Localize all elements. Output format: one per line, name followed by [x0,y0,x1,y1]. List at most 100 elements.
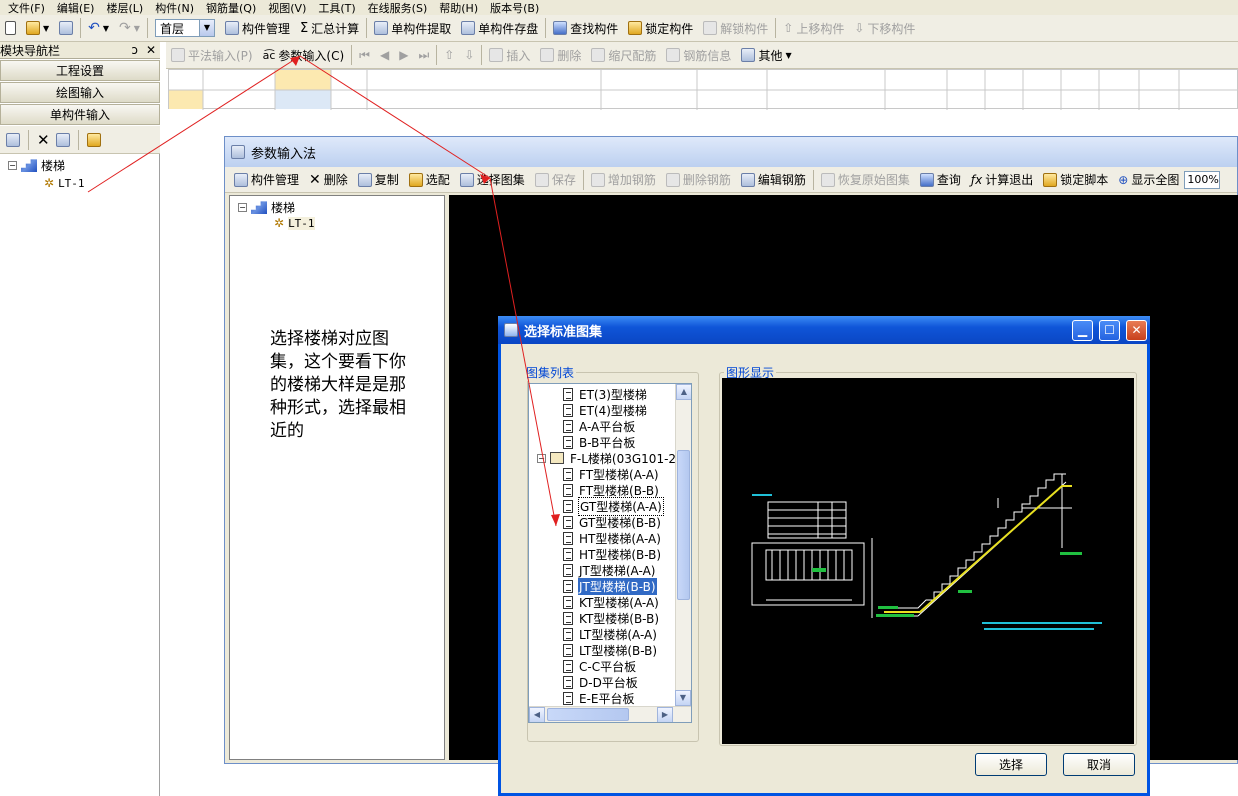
collapse-icon[interactable]: − [537,453,546,463]
nav-single-component-button[interactable]: 单构件输入 [0,104,160,125]
atlas-list-item[interactable]: A-A平台板 [537,418,691,434]
nav-tree-root[interactable]: − 楼梯 [8,157,159,173]
next-record-button[interactable]: ▶ [394,44,413,66]
menu-floor[interactable]: 楼层(L) [106,0,143,16]
pw-save-button[interactable]: 保存 [530,169,581,191]
scroll-up-icon[interactable]: ▲ [676,384,691,400]
scale-rebar-button[interactable]: 缩尺配筋 [586,44,661,66]
menu-tools[interactable]: 工具(T) [318,0,355,16]
save-file-button[interactable] [54,17,78,39]
atlas-list-item[interactable]: LT型楼梯(B-B) [537,642,691,658]
atlas-list-item[interactable]: − F-L楼梯(03G101-2) [537,450,691,466]
menu-view[interactable]: 视图(V) [268,0,306,16]
menu-version[interactable]: 版本号(B) [490,0,539,16]
floor-select[interactable]: 首层 ▼ [154,19,215,37]
unlock-component-button[interactable]: 解锁构件 [698,17,773,39]
pw-query-button[interactable]: 查询 [915,169,966,191]
atlas-list-item[interactable]: JT型楼梯(A-A) [537,562,691,578]
close-icon[interactable]: ✕ [146,43,156,57]
scroll-thumb[interactable] [677,450,690,600]
atlas-list-item[interactable]: GT型楼梯(A-A) [537,496,691,516]
pw-edit-rebar-button[interactable]: 编辑钢筋 [736,169,811,191]
atlas-list-item[interactable]: GT型楼梯(B-B) [537,514,691,530]
param-tree-child[interactable]: ✲ LT-1 [274,215,436,231]
scroll-down-icon[interactable]: ▼ [675,690,691,706]
atlas-list-item[interactable]: KT型楼梯(A-A) [537,594,691,610]
rebar-grid[interactable] [168,69,1238,110]
sum-calc-button[interactable]: Σ 汇总计算 [295,17,364,39]
prev-record-button[interactable]: ◀ [375,44,394,66]
zoom-level-field[interactable]: 100% [1184,170,1221,189]
menu-edit[interactable]: 编辑(E) [57,0,95,16]
param-input-button[interactable]: a͡c 参数输入(C) [258,44,350,66]
select-button[interactable]: 选择 [975,753,1047,776]
atlas-list-item[interactable]: FT型楼梯(A-A) [537,466,691,482]
menu-online-service[interactable]: 在线服务(S) [368,0,428,16]
first-record-button[interactable]: ⏮ [354,44,375,66]
hscroll-thumb[interactable] [547,708,629,721]
menu-component[interactable]: 构件(N) [155,0,194,16]
pw-delete-button[interactable]: ✕ 删除 [304,169,353,191]
atlas-list-item[interactable]: B-B平台板 [537,434,691,450]
dialog-titlebar[interactable]: 选择标准图集 ▁ ☐ ✕ [498,316,1150,344]
atlas-list-item[interactable]: KT型楼梯(B-B) [537,610,691,626]
pw-restore-atlas-button[interactable]: 恢复原始图集 [816,169,915,191]
find-component-button[interactable]: 查找构件 [548,17,623,39]
copy-icon[interactable] [55,132,70,147]
pw-select-match-button[interactable]: 选配 [404,169,455,191]
nav-drawing-input-button[interactable]: 绘图输入 [0,82,160,103]
close-icon[interactable]: ✕ [1126,319,1147,341]
atlas-hscrollbar[interactable]: ◀ ▶ [529,706,691,722]
scroll-right-icon[interactable]: ▶ [657,707,673,722]
atlas-list-item[interactable]: C-C平台板 [537,658,691,674]
paste-icon[interactable] [86,132,101,147]
insert-button[interactable]: 插入 [484,44,535,66]
cancel-button[interactable]: 取消 [1063,753,1135,776]
atlas-list-item[interactable]: ET(4)型楼梯 [537,402,691,418]
pw-delete-rebar-button[interactable]: 删除钢筋 [661,169,736,191]
lock-component-button[interactable]: 锁定构件 [623,17,698,39]
pw-select-atlas-button[interactable]: 选择图集 [455,169,530,191]
collapse-icon[interactable]: − [8,160,17,170]
minimize-icon[interactable]: ▁ [1072,319,1093,341]
pw-copy-button[interactable]: 复制 [353,169,404,191]
row-up-button[interactable]: ⇧ [439,44,459,66]
atlas-list-item[interactable]: ET(3)型楼梯 [537,386,691,402]
redo-button[interactable]: ↷ ▼ [114,17,145,39]
rebar-info-button[interactable]: 钢筋信息 [661,44,736,66]
atlas-list-item[interactable]: E-E平台板 [537,690,691,706]
pw-show-all-button[interactable]: ⊕ 显示全图 [1113,169,1184,191]
scroll-left-icon[interactable]: ◀ [529,707,545,722]
atlas-list-item[interactable]: JT型楼梯(B-B) [537,577,691,595]
move-down-button[interactable]: ⇩ 下移构件 [849,17,920,39]
menu-file[interactable]: 文件(F) [8,0,45,16]
atlas-tree-list[interactable]: ET(3)型楼梯 ET(4)型楼梯 A-A平台板 B-B平台板 − F-L楼梯(03G10… [528,383,692,723]
nav-tree-child[interactable]: ✲ LT-1 [44,175,159,191]
pw-calc-exit-button[interactable]: ƒx 计算退出 [966,169,1038,191]
undo-button[interactable]: ↶ ▼ [83,17,114,39]
single-extract-button[interactable]: 单构件提取 [369,17,456,39]
param-window-titlebar[interactable]: 参数输入法 [225,137,1237,167]
collapse-icon[interactable]: − [238,202,247,212]
param-tree-root[interactable]: − 楼梯 [238,199,436,215]
atlas-list-item[interactable]: LT型楼梯(A-A) [537,626,691,642]
atlas-list-item[interactable]: HT型楼梯(A-A) [537,530,691,546]
flat-input-button[interactable]: 平法输入(P) [166,44,258,66]
delete-row-button[interactable]: 删除 [535,44,586,66]
pw-component-manage-button[interactable]: 构件管理 [229,169,304,191]
atlas-list-item[interactable]: D-D平台板 [537,674,691,690]
open-file-button[interactable]: ▼ [21,17,54,39]
nav-project-settings-button[interactable]: 工程设置 [0,60,160,81]
other-menu-button[interactable]: 其他 ▼ [736,44,796,66]
atlas-list-item[interactable]: HT型楼梯(B-B) [537,546,691,562]
pw-lock-script-button[interactable]: 锁定脚本 [1038,169,1113,191]
pw-add-rebar-button[interactable]: 增加钢筋 [586,169,661,191]
component-manage-button[interactable]: 构件管理 [220,17,295,39]
atlas-vscrollbar[interactable]: ▲ ▼ [675,384,691,722]
properties-icon[interactable] [6,132,20,147]
new-file-button[interactable] [0,17,21,39]
pin-icon[interactable]: ↄ [131,43,138,57]
menu-rebar-quantity[interactable]: 钢筋量(Q) [206,0,256,16]
last-record-button[interactable]: ⏭ [413,44,434,66]
maximize-icon[interactable]: ☐ [1099,319,1120,341]
